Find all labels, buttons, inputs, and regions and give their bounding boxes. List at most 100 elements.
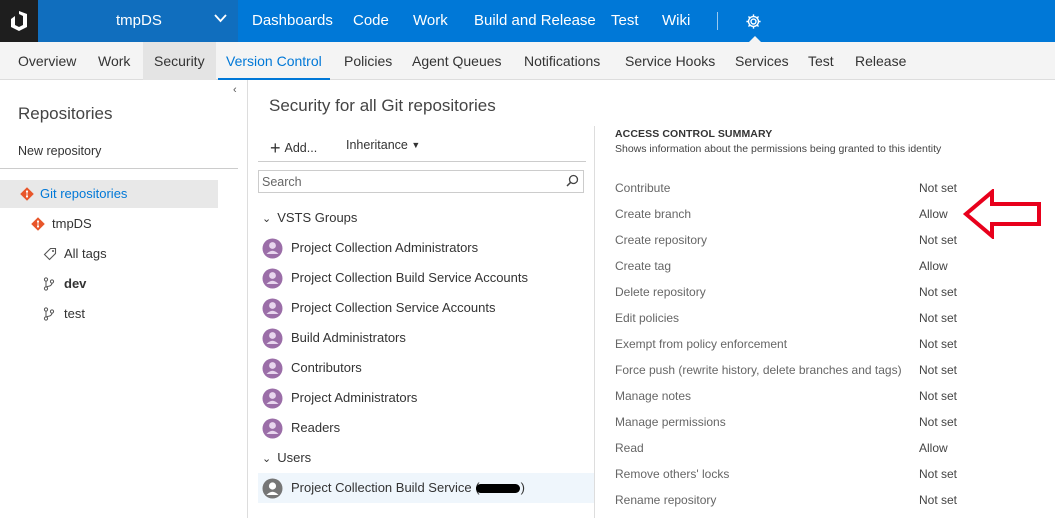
identity-row-group[interactable]: Contributors (258, 353, 594, 383)
permission-name: Manage permissions (615, 415, 726, 429)
access-summary-subtitle: Shows information about the permissions … (615, 143, 942, 155)
user-prefix: Project Collection Build Service ( (291, 480, 480, 495)
tree-item-label: Git repositories (40, 186, 128, 201)
identity-label: Project Collection Service Accounts (291, 300, 496, 315)
permission-value[interactable]: Not set (919, 311, 957, 325)
tab-services[interactable]: Services (735, 42, 789, 80)
divider (258, 161, 586, 162)
tree-item-branch-test[interactable]: test (0, 300, 218, 328)
nav-wiki[interactable]: Wiki (662, 0, 690, 42)
tab-release[interactable]: Release (855, 42, 906, 80)
permission-name: Create tag (615, 259, 672, 273)
permission-value[interactable]: Allow (919, 441, 948, 455)
nav-divider (717, 12, 718, 30)
permission-name: Create repository (615, 233, 708, 247)
group-avatar-icon (262, 388, 283, 409)
tree-item-label: test (64, 306, 85, 321)
tree-item-label: tmpDS (52, 216, 92, 231)
group-avatar-icon (262, 418, 283, 439)
identity-row-group[interactable]: Project Administrators (258, 383, 594, 413)
identity-row-group[interactable]: Project Collection Build Service Account… (258, 263, 594, 293)
tree-item-label: All tags (64, 246, 107, 261)
group-avatar-icon (262, 358, 283, 379)
tab-security[interactable]: Security (143, 42, 216, 80)
tab-overview[interactable]: Overview (18, 42, 76, 80)
tree-item-repo-tmpds[interactable]: tmpDS (0, 210, 218, 238)
permission-value[interactable]: Not set (919, 493, 957, 507)
permission-value[interactable]: Not set (919, 415, 957, 429)
inheritance-dropdown[interactable]: Inheritance ▼ (346, 138, 420, 152)
branch-icon (43, 307, 55, 321)
tree-item-git-repositories[interactable]: Git repositories (0, 180, 218, 208)
permission-name: Manage notes (615, 389, 692, 403)
identity-label: Project Collection Build Service () (291, 480, 525, 495)
permission-name: Edit policies (615, 311, 680, 325)
permission-name: Contribute (615, 181, 671, 195)
users-header-label: Users (277, 450, 312, 465)
red-arrow-annotation (962, 189, 1041, 239)
chevron-down-icon: ⌄ (262, 213, 272, 225)
permission-value[interactable]: Allow (919, 207, 948, 221)
chevron-down-icon (214, 14, 227, 23)
identity-label: Build Administrators (291, 330, 406, 345)
permission-name: Force push (rewrite history, delete bran… (615, 363, 902, 377)
identity-label: Contributors (291, 360, 362, 375)
tree-item-all-tags[interactable]: All tags (0, 240, 218, 268)
permission-name: Rename repository (615, 493, 717, 507)
nav-build-and-release[interactable]: Build and Release (474, 0, 596, 42)
tab-policies[interactable]: Policies (344, 42, 392, 80)
permission-value[interactable]: Not set (919, 181, 957, 195)
collapse-pane-icon[interactable]: ‹ (233, 84, 237, 96)
group-avatar-icon (262, 298, 283, 319)
git-icon (31, 217, 45, 231)
tab-service-hooks[interactable]: Service Hooks (625, 42, 715, 80)
tree-item-branch-dev[interactable]: dev (0, 270, 218, 298)
search-input[interactable] (258, 170, 584, 193)
identity-row-group[interactable]: Build Administrators (258, 323, 594, 353)
permission-value[interactable]: Not set (919, 363, 957, 377)
tab-work[interactable]: Work (98, 42, 130, 80)
divider (0, 168, 238, 169)
permission-value[interactable]: Allow (919, 259, 948, 273)
project-name: tmpDS (116, 12, 162, 29)
nav-test[interactable]: Test (611, 0, 639, 42)
group-header-label: VSTS Groups (277, 210, 358, 225)
permission-value[interactable]: Not set (919, 467, 957, 481)
permission-value[interactable]: Not set (919, 285, 957, 299)
tab-version-control[interactable]: Version Control (218, 42, 330, 80)
vsts-groups-header[interactable]: ⌄ VSTS Groups (262, 207, 357, 229)
identity-row-group[interactable]: Project Collection Service Accounts (258, 293, 594, 323)
vsts-logo-icon (11, 11, 27, 31)
caret-down-icon: ▼ (411, 140, 421, 150)
identity-row-build-service[interactable]: Project Collection Build Service () (258, 473, 594, 503)
project-selector[interactable]: tmpDS (38, 0, 238, 42)
new-repository-link[interactable]: New repository (18, 144, 101, 158)
nav-work[interactable]: Work (413, 0, 448, 42)
identity-label: Project Administrators (291, 390, 418, 405)
permission-value[interactable]: Not set (919, 389, 957, 403)
identity-label: Project Collection Build Service Account… (291, 270, 529, 285)
identity-row-group[interactable]: Project Collection Administrators (258, 233, 594, 263)
permission-name: Remove others' locks (615, 467, 730, 481)
gear-icon[interactable] (745, 13, 762, 30)
settings-tabs: Overview Work Security Version Control P… (0, 42, 1055, 80)
identity-label: Readers (291, 420, 341, 435)
pane-splitter[interactable] (594, 126, 595, 518)
branch-icon (43, 277, 55, 291)
tab-test[interactable]: Test (808, 42, 834, 80)
permission-name: Delete repository (615, 285, 706, 299)
tab-agent-queues[interactable]: Agent Queues (412, 42, 502, 80)
permission-value[interactable]: Not set (919, 337, 957, 351)
chevron-down-icon: ⌄ (262, 453, 272, 465)
tab-notifications[interactable]: Notifications (524, 42, 600, 80)
search-icon[interactable] (566, 174, 579, 187)
vsts-logo[interactable] (0, 0, 38, 42)
add-identity-button[interactable]: + Add... (270, 136, 317, 158)
permission-value[interactable]: Not set (919, 233, 957, 247)
users-header[interactable]: ⌄ Users (262, 447, 311, 469)
inheritance-label: Inheritance (346, 138, 408, 152)
identity-row-group[interactable]: Readers (258, 413, 594, 443)
nav-code[interactable]: Code (353, 0, 389, 42)
tag-icon (43, 247, 57, 261)
nav-dashboards[interactable]: Dashboards (252, 0, 333, 42)
